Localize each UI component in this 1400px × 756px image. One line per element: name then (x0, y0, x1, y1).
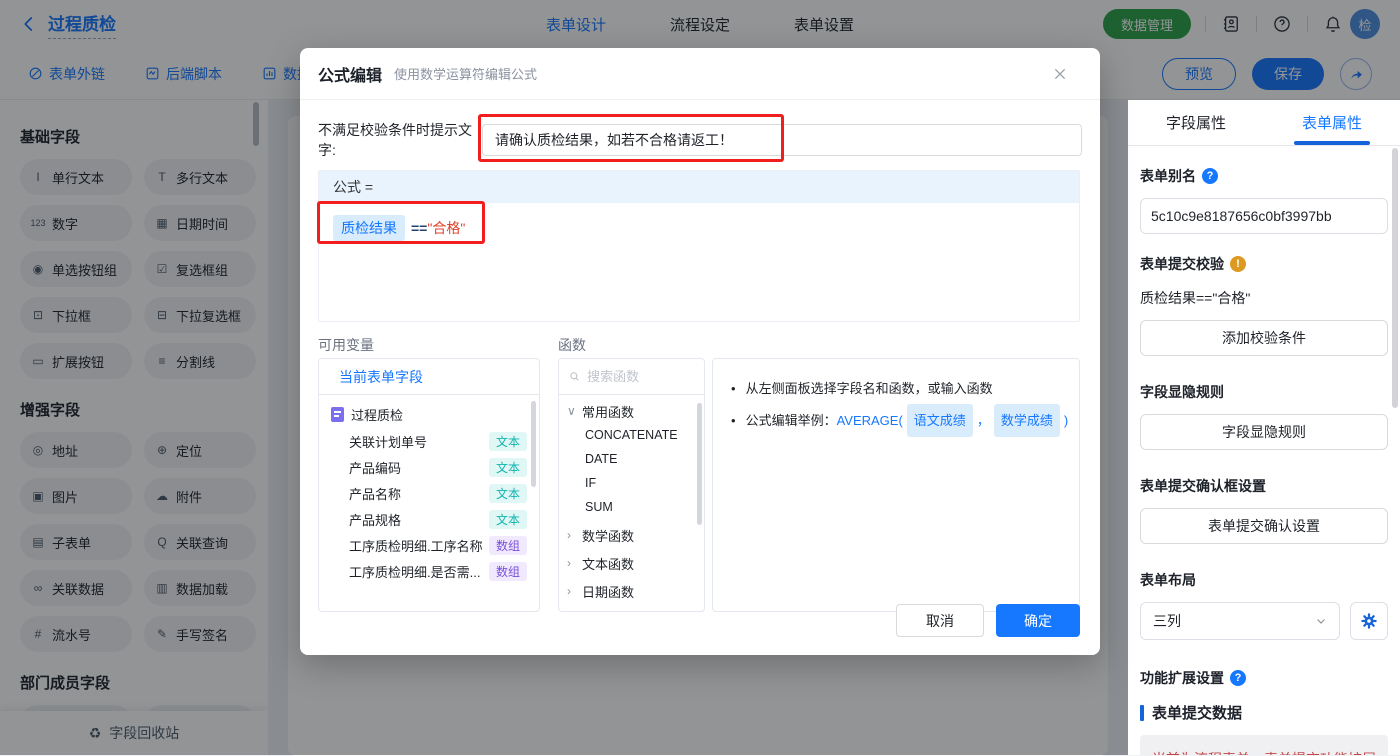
formula-editor[interactable]: 公式 = 质检结果 =="合格" (318, 170, 1080, 322)
function-search[interactable] (559, 359, 704, 395)
functions-panel-label: 函数 (558, 337, 586, 353)
caret-right-icon: › (567, 556, 571, 570)
tip-line-2: 公式编辑举例：AVERAGE(语文成绩，数学成绩) (731, 404, 1068, 438)
visibility-rules-button[interactable]: 字段显隐规则 (1140, 414, 1388, 450)
variable-row[interactable]: 产品规格 文本 (319, 506, 539, 532)
add-validation-button[interactable]: 添加校验条件 (1140, 320, 1388, 356)
flow-form-warning: 当前为流程表单，表单提交功能扩展的配置，请前往流程发起节点属性 (1140, 735, 1388, 755)
chevron-down-icon (1317, 619, 1325, 624)
layout-select[interactable]: 三列 (1140, 602, 1340, 640)
tips-panel: 从左侧面板选择字段名和函数，或输入函数 公式编辑举例：AVERAGE(语文成绩，… (712, 358, 1080, 612)
example-chip: 语文成绩 (906, 404, 973, 438)
function-item[interactable]: DATE (559, 447, 704, 471)
function-item[interactable]: IF (559, 471, 704, 495)
tip-line-1: 从左侧面板选择字段名和函数，或输入函数 (731, 373, 1061, 404)
caret-down-icon: ∨ (567, 404, 576, 418)
type-badge: 数组 (489, 561, 527, 581)
close-button[interactable] (1052, 66, 1068, 82)
document-icon (331, 407, 344, 422)
caret-right-icon: › (567, 528, 571, 542)
prompt-text-input[interactable] (482, 124, 1082, 156)
properties-scrollbar[interactable] (1392, 148, 1398, 408)
modal-title: 公式编辑 (318, 67, 383, 85)
variable-row[interactable]: 工序质检明细.是否需... 数组 (319, 558, 539, 584)
tab-field-properties[interactable]: 字段属性 (1128, 100, 1264, 145)
function-item[interactable]: CONCATENATE (559, 423, 704, 447)
properties-sidebar: 字段属性 表单属性 表单别名 表单提交校验 质检结果=="合格" 添加校验条件 … (1128, 100, 1400, 755)
field-chip: 质检结果 (333, 215, 405, 241)
layout-settings-button[interactable] (1350, 602, 1388, 640)
cancel-button[interactable]: 取消 (896, 604, 984, 637)
help-circle-icon[interactable] (1202, 168, 1218, 184)
function-group-math[interactable]: › 数学函数 (559, 523, 704, 547)
variables-panel: 当前表单字段 过程质检 关联计划单号 文本 产品编码 文本 产品名称 文本 产品规格文… (318, 358, 540, 612)
example-chip: 数学成绩 (993, 404, 1060, 438)
submit-validation-label: 表单提交校验 (1140, 256, 1224, 272)
variables-panel-label: 可用变量 (318, 337, 374, 353)
active-tab-underline (1294, 141, 1370, 145)
warning-circle-icon (1230, 256, 1246, 272)
submit-data-subhead: 表单提交数据 (1140, 702, 1388, 723)
functions-scrollbar[interactable] (697, 403, 702, 525)
type-badge: 文本 (489, 483, 527, 503)
variables-scrollbar[interactable] (531, 401, 536, 487)
type-badge: 文本 (489, 431, 527, 451)
function-group-text[interactable]: › 文本函数 (559, 551, 704, 575)
submit-confirm-label: 表单提交确认框设置 (1140, 478, 1266, 494)
type-badge: 数组 (489, 535, 527, 555)
form-alias-input[interactable] (1140, 198, 1388, 234)
formula-edit-modal: 公式编辑 使用数学运算符编辑公式 不满足校验条件时提示文字: 公式 = 质检结果… (300, 48, 1100, 655)
variables-root[interactable]: 过程质检 (319, 395, 539, 428)
form-alias-label: 表单别名 (1140, 168, 1196, 184)
gear-icon (1361, 613, 1377, 629)
function-group-common[interactable]: ∨ 常用函数 (559, 399, 704, 423)
extension-settings-label: 功能扩展设置 (1140, 670, 1224, 686)
prompt-text-label: 不满足校验条件时提示文字: (318, 122, 472, 158)
modal-subtitle: 使用数学运算符编辑公式 (394, 67, 538, 82)
type-badge: 文本 (489, 509, 527, 529)
variable-row[interactable]: 产品名称 文本 (319, 480, 539, 506)
variable-row[interactable]: 关联计划单号 文本 (319, 428, 539, 454)
caret-right-icon: › (567, 584, 571, 598)
type-badge: 文本 (489, 457, 527, 477)
confirm-button[interactable]: 确定 (996, 604, 1080, 637)
close-icon (1054, 68, 1066, 79)
function-group-date[interactable]: › 日期函数 (559, 579, 704, 603)
tab-form-properties[interactable]: 表单属性 (1264, 100, 1400, 145)
variable-row[interactable]: 工序质检明细.工序名称 数组 (319, 532, 539, 558)
properties-tabs: 字段属性 表单属性 (1128, 100, 1400, 146)
function-item[interactable]: SUM (559, 495, 704, 519)
search-icon (570, 372, 579, 381)
tab-current-form-fields[interactable]: 当前表单字段 (339, 367, 423, 387)
formula-string-value: "合格" (427, 220, 466, 236)
variable-row[interactable]: 产品编码 文本 (319, 454, 539, 480)
visibility-rules-label: 字段显隐规则 (1140, 384, 1224, 400)
formula-body[interactable]: 质检结果 =="合格" (319, 203, 1079, 321)
formula-operator: == (411, 220, 428, 236)
validation-rule-text: 质检结果=="合格" (1140, 290, 1251, 306)
help-circle-icon[interactable] (1230, 670, 1246, 686)
form-layout-label: 表单布局 (1140, 572, 1196, 588)
functions-panel: ∨常用函数 CONCATENATE DATE IF SUM ›数学函数 ›文本函… (558, 358, 705, 612)
submit-confirm-button[interactable]: 表单提交确认设置 (1140, 508, 1388, 544)
formula-bar: 公式 = (319, 171, 1079, 203)
function-search-input[interactable] (587, 369, 694, 384)
